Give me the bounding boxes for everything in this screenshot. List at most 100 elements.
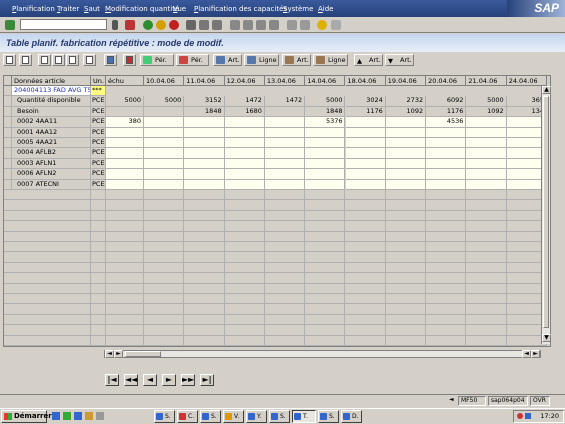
article-button-2[interactable]: Art. — [282, 54, 311, 66]
quantity-cell[interactable] — [466, 138, 507, 149]
quantity-cell[interactable] — [184, 158, 225, 170]
detail-button[interactable] — [3, 54, 16, 66]
quantity-cell[interactable] — [385, 138, 427, 149]
scroll-down-icon[interactable]: ▼ — [542, 334, 551, 342]
quantity-cell[interactable] — [385, 169, 427, 180]
exit-icon[interactable] — [156, 20, 166, 30]
column-left-button[interactable]: ◄ — [143, 374, 157, 386]
row-selector[interactable] — [4, 138, 12, 149]
layout-menu-icon[interactable] — [331, 20, 341, 30]
row-selector[interactable] — [4, 117, 12, 128]
columns-button[interactable] — [38, 54, 51, 66]
quantity-cell[interactable] — [224, 179, 265, 190]
quantity-cell[interactable] — [466, 169, 507, 180]
new-session-icon[interactable] — [287, 20, 297, 30]
save-icon[interactable] — [125, 20, 135, 30]
expand-button[interactable] — [19, 54, 32, 66]
quicklaunch-icon-4[interactable] — [85, 412, 93, 420]
quantity-cell[interactable] — [385, 148, 427, 159]
quantity-cell[interactable] — [305, 138, 346, 149]
quicklaunch-icon-2[interactable] — [63, 412, 71, 420]
period-back-button[interactable]: Pér. — [140, 54, 174, 66]
taskbar-app-6[interactable]: S. — [269, 410, 290, 423]
horizontal-scrollbar[interactable]: ◄ ► ◄ ► — [104, 350, 541, 358]
vertical-scroll-thumb[interactable] — [543, 96, 549, 328]
quantity-cell[interactable] — [345, 138, 386, 149]
menu-planification[interactable]: Planification — [12, 5, 55, 13]
column-right-button[interactable]: ► — [162, 374, 176, 386]
taskbar-app-9[interactable]: D. — [341, 410, 362, 423]
back-icon[interactable] — [143, 20, 153, 30]
quantity-cell[interactable] — [224, 117, 265, 128]
taskbar-app-5[interactable]: Y. — [246, 410, 267, 423]
quantity-cell[interactable] — [224, 127, 265, 138]
quantity-cell[interactable] — [385, 127, 427, 138]
quantity-cell[interactable] — [144, 148, 185, 159]
quantity-cell[interactable] — [144, 158, 185, 170]
quantity-cell[interactable] — [426, 169, 467, 180]
first-column-button[interactable]: |◄ — [105, 374, 119, 386]
truck-button[interactable] — [123, 54, 136, 66]
document-button[interactable] — [66, 54, 79, 66]
quantity-cell[interactable] — [305, 179, 346, 190]
row-echu-value[interactable] — [106, 127, 144, 138]
quantity-cell[interactable] — [184, 179, 225, 190]
taskbar-app-2[interactable]: C. — [177, 410, 198, 423]
quantity-cell[interactable] — [224, 158, 265, 170]
scroll-left-icon[interactable]: ◄ — [105, 350, 114, 358]
quicklaunch-icon-5[interactable] — [96, 412, 104, 420]
quantity-cell[interactable] — [466, 117, 507, 128]
help-icon[interactable] — [317, 20, 327, 30]
quantity-cell[interactable] — [184, 127, 225, 138]
quantity-cell[interactable] — [345, 158, 386, 170]
menu-vue[interactable]: Vue — [173, 5, 186, 13]
list-button[interactable] — [83, 54, 96, 66]
quantity-cell[interactable] — [184, 148, 225, 159]
quantity-cell[interactable] — [264, 148, 306, 159]
article-down-button[interactable]: ▼ Art. — [385, 54, 414, 66]
quantity-cell[interactable] — [426, 148, 467, 159]
quantity-cell[interactable] — [345, 117, 386, 128]
quantity-cell[interactable] — [466, 127, 507, 138]
quantity-cell[interactable] — [466, 158, 507, 170]
menu-aide[interactable]: Aide — [318, 5, 334, 13]
quantity-cell[interactable] — [426, 158, 467, 170]
taskbar-app-8[interactable]: S. — [318, 410, 339, 423]
last-column-button[interactable]: ►| — [200, 374, 214, 386]
quantity-cell[interactable] — [426, 138, 467, 149]
enter-icon[interactable] — [5, 20, 15, 30]
row-echu-value[interactable] — [106, 158, 144, 170]
quantity-cell[interactable] — [224, 169, 265, 180]
quantity-cell[interactable] — [345, 179, 386, 190]
row-selector[interactable] — [4, 158, 12, 170]
quantity-cell[interactable] — [385, 158, 427, 170]
quantity-cell[interactable] — [305, 127, 346, 138]
print-icon[interactable] — [186, 20, 196, 30]
quantity-cell[interactable] — [184, 169, 225, 180]
article-up-button[interactable]: ▲ Art. — [354, 54, 383, 66]
find-next-icon[interactable] — [212, 20, 222, 30]
quantity-cell[interactable] — [264, 179, 306, 190]
row-selector[interactable] — [4, 96, 12, 107]
taskbar-app-3[interactable]: S. — [200, 410, 221, 423]
command-dropdown-icon[interactable] — [112, 20, 118, 30]
row-echu-value[interactable] — [106, 169, 144, 180]
quantity-cell[interactable] — [466, 148, 507, 159]
quantity-cell[interactable] — [144, 127, 185, 138]
quantity-cell[interactable] — [426, 179, 467, 190]
scroll-up-icon[interactable]: ▲ — [542, 86, 551, 94]
quantity-cell[interactable] — [466, 179, 507, 190]
quantity-cell[interactable] — [224, 148, 265, 159]
taskbar-app-4[interactable]: V. — [223, 410, 244, 423]
quantity-cell[interactable] — [426, 127, 467, 138]
find-icon[interactable] — [199, 20, 209, 30]
quantity-cell[interactable] — [144, 117, 185, 128]
row-selector[interactable] — [4, 86, 12, 97]
quantity-cell[interactable]: 4536 — [426, 117, 467, 128]
quantity-cell[interactable] — [385, 179, 427, 190]
row-selector[interactable] — [4, 169, 12, 180]
row-selector[interactable] — [4, 127, 12, 138]
row-echu-value[interactable] — [106, 138, 144, 149]
shortcut-icon[interactable] — [300, 20, 310, 30]
taskbar-app-1[interactable]: S. — [154, 410, 175, 423]
